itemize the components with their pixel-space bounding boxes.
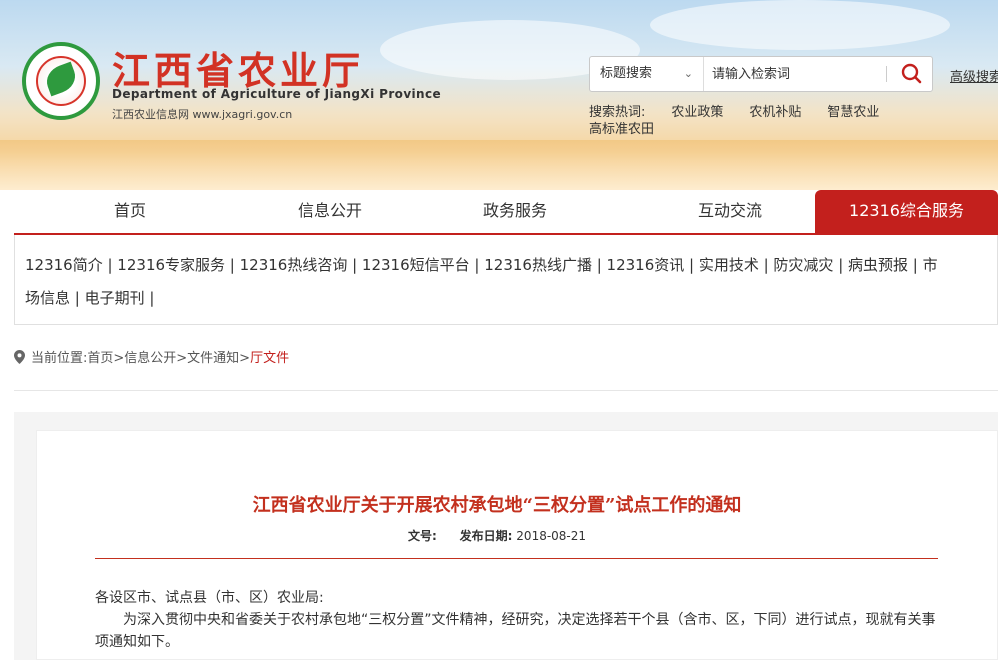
document-paragraph: 为深入贯彻中央和省委关于农村承包地“三权分置”文件精神，经研究，决定选择若干个县… bbox=[95, 612, 936, 650]
hot-search-terms: 搜索热词: 农业政策 农机补贴 智慧农业高标准农田 bbox=[589, 104, 919, 138]
advanced-search-link[interactable]: 高级搜索 bbox=[950, 66, 998, 85]
search-type-select[interactable]: 标题搜索 ⌄ bbox=[590, 57, 704, 91]
document-panel: 江西省农业厅关于开展农村承包地“三权分置”试点工作的通知 文号: 发布日期: 2… bbox=[36, 430, 998, 660]
document-body: 各设区市、试点县（市、区）农业局: 为深入贯彻中央和省委关于农村承包地“三权分置… bbox=[95, 587, 945, 653]
site-url: 江西农业信息网 www.jxagri.gov.cn bbox=[112, 108, 293, 121]
nav-item-interaction[interactable]: 互动交流 bbox=[670, 190, 790, 234]
publish-date-label: 发布日期: bbox=[459, 529, 513, 543]
sub-nav: 12316简介 | 12316专家服务 | 12316热线咨询 | 12316短… bbox=[14, 235, 998, 325]
main-nav: 首页 信息公开 政务服务 互动交流 12316综合服务 bbox=[0, 190, 998, 234]
site-logo[interactable] bbox=[22, 42, 100, 120]
document-salutation: 各设区市、试点县（市、区）农业局: bbox=[95, 590, 324, 606]
breadcrumb-current[interactable]: 厅文件 bbox=[250, 351, 289, 366]
nav-item-home[interactable]: 首页 bbox=[80, 190, 180, 234]
document-title: 江西省农业厅关于开展农村承包地“三权分置”试点工作的通知 bbox=[252, 495, 742, 516]
title-rule bbox=[95, 558, 938, 559]
publish-date: 2018-08-21 bbox=[516, 529, 587, 543]
field-decoration bbox=[0, 140, 998, 190]
hot-term[interactable]: 高标准农田 bbox=[589, 122, 654, 137]
location-pin-icon bbox=[14, 350, 25, 364]
nav-item-info-public[interactable]: 信息公开 bbox=[270, 190, 390, 234]
nav-item-12316-services[interactable]: 12316综合服务 bbox=[815, 190, 998, 234]
search-divider bbox=[886, 66, 887, 82]
search-box: 标题搜索 ⌄ bbox=[589, 56, 933, 92]
nav-item-gov-services[interactable]: 政务服务 bbox=[455, 190, 575, 234]
search-button[interactable] bbox=[896, 60, 928, 88]
site-english-title: Department of Agriculture of JiangXi Pro… bbox=[112, 87, 442, 101]
document-meta: 文号: 发布日期: 2018-08-21 bbox=[37, 527, 957, 544]
hot-term[interactable]: 农机补贴 bbox=[749, 105, 801, 120]
search-type-label: 标题搜索 bbox=[600, 66, 653, 81]
hot-term[interactable]: 智慧农业 bbox=[827, 105, 879, 120]
hot-term[interactable]: 农业政策 bbox=[671, 105, 723, 120]
breadcrumb: 当前位置:首页>信息公开>文件通知>厅文件 bbox=[14, 347, 289, 366]
hot-label: 搜索热词: bbox=[589, 105, 646, 120]
doc-number-label: 文号: bbox=[407, 529, 437, 543]
chevron-down-icon: ⌄ bbox=[683, 67, 693, 80]
divider bbox=[14, 390, 998, 391]
search-input[interactable] bbox=[706, 57, 886, 91]
sub-nav-links-row[interactable]: 场信息 | 电子期刊 | bbox=[25, 287, 154, 308]
breadcrumb-label: 当前位置: bbox=[31, 351, 88, 366]
sub-nav-links-row[interactable]: 12316简介 | 12316专家服务 | 12316热线咨询 | 12316短… bbox=[25, 254, 938, 275]
search-icon bbox=[901, 63, 922, 84]
cloud-decoration bbox=[650, 0, 950, 50]
breadcrumb-path[interactable]: 首页>信息公开>文件通知> bbox=[87, 351, 250, 366]
